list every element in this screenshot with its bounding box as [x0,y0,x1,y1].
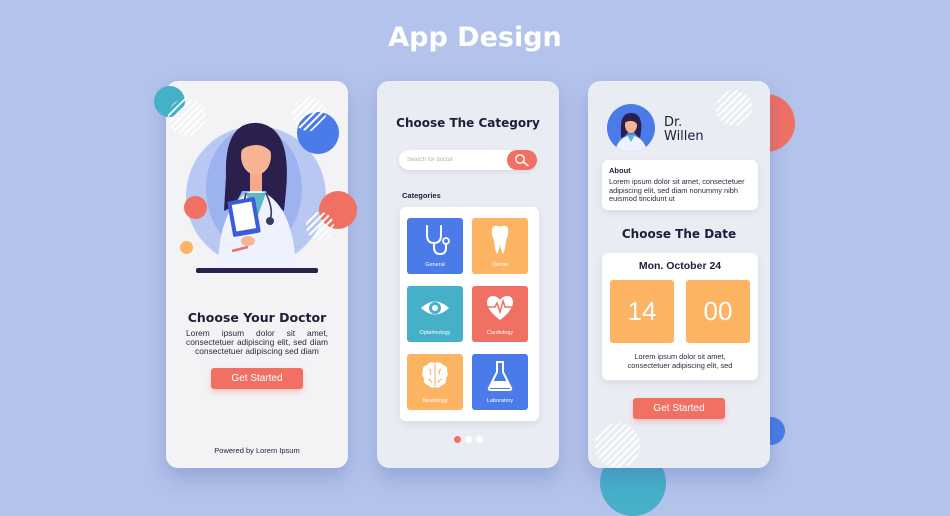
category-label: Dental [492,262,508,268]
choose-date-title: Choose The Date [621,227,737,241]
decor-circle-striped-2 [292,97,326,131]
category-tile-optalmology[interactable]: Optalmology [407,286,463,342]
doctor-detail-screen: Dr. Willen About Lorem ipsum dolor sit a… [588,81,770,468]
onboarding-title: Choose Your Doctor [187,310,327,325]
stethoscope-icon [426,225,450,256]
hour-selector[interactable]: 14 [610,280,674,343]
about-label: About [609,166,631,175]
category-label: Neurology [422,398,448,404]
category-screen: Choose The Category Categories General D [377,81,559,468]
search-button[interactable] [507,150,537,170]
heart-pulse-icon [487,296,513,320]
decor-circle-striped-3 [306,212,334,240]
category-label: General [425,262,445,268]
category-label: Laboratory [486,398,514,404]
tooth-icon [491,225,509,254]
category-tile-neurology[interactable]: Neurology [407,354,463,410]
search-input[interactable] [407,154,502,166]
pagination-dot[interactable] [465,436,472,443]
decor-circle-striped-4 [716,90,752,126]
get-started-button[interactable]: Get Started [211,368,303,389]
pagination-dot[interactable] [476,436,483,443]
category-label: Cardiology [486,330,514,336]
date-card: Mon. October 24 14 00 Lorem ipsum dolor … [602,253,758,380]
powered-by-footer: Powered by Lorem Ipsum [214,446,300,455]
category-tile-dental[interactable]: Dental [472,218,528,274]
about-text: Lorem ipsum dolor sit amet, consectetuer… [609,177,745,203]
date-note: Lorem ipsum dolor sit amet, consectetuer… [627,352,733,370]
doctor-name-line1: Dr. [664,115,683,130]
category-tile-laboratory[interactable]: Laboratory [472,354,528,410]
categories-label: Categories [402,191,441,200]
decor-circle-orange-small [180,241,193,254]
date-label: Mon. October 24 [638,260,722,272]
category-tile-cardiology[interactable]: Cardiology [472,286,528,342]
page-title: App Design [388,22,562,53]
doctor-name-line2: Willen [664,129,704,144]
search-icon [515,154,529,167]
get-started-button[interactable]: Get Started [633,398,725,419]
decor-circle-striped-5 [595,423,640,468]
onboarding-description: Lorem ipsum dolor sit amet, consectetuer… [186,328,328,356]
decor-circle-coral-small [184,196,207,219]
category-title: Choose The Category [396,116,540,130]
category-label: Optalmology [419,330,451,336]
categories-grid: General Dental Optalmology Cardiology Ne… [400,207,539,421]
about-card: About Lorem ipsum dolor sit amet, consec… [602,160,758,210]
eye-icon [421,301,449,315]
brain-icon [422,362,448,388]
search-bar [399,150,537,170]
pagination-dot-active[interactable] [454,436,461,443]
category-tile-general[interactable]: General [407,218,463,274]
decor-circle-striped [168,98,206,136]
flask-icon [487,361,513,391]
doctor-avatar [607,104,655,152]
minute-selector[interactable]: 00 [686,280,750,343]
